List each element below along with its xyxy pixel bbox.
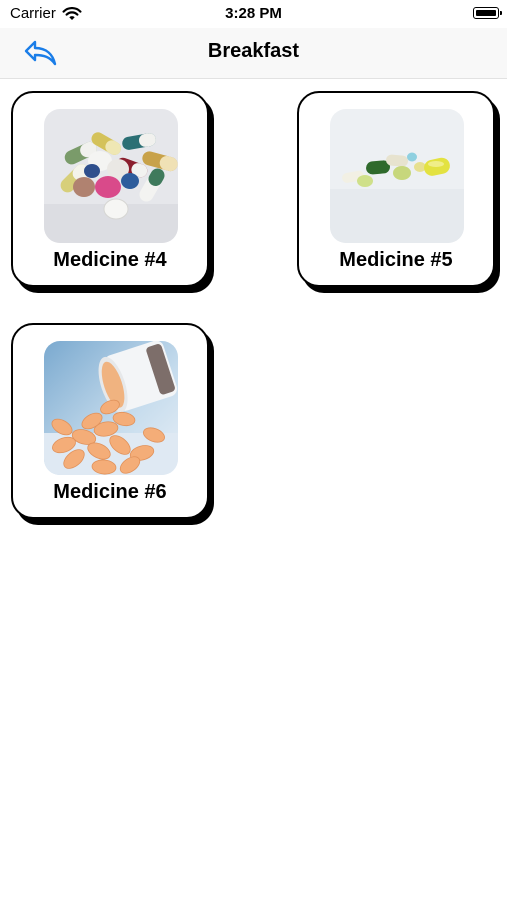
medicine-label: Medicine #5 [339, 249, 453, 271]
medicine-label: Medicine #4 [53, 249, 167, 271]
assorted-pills-image [44, 109, 178, 243]
page-title: Breakfast [207, 40, 300, 62]
clock: 3:28 PM [225, 5, 282, 22]
medicine-card[interactable]: Medicine #5 [297, 91, 495, 287]
softgel-capsules-image [330, 109, 464, 243]
battery-icon [473, 7, 502, 19]
medicine-card[interactable]: Medicine #4 [11, 91, 209, 287]
navigation-bar: Breakfast [0, 28, 507, 79]
medicine-card[interactable]: Medicine #6 [11, 323, 209, 519]
medicine-label: Medicine #6 [53, 481, 167, 503]
spilled-tablets-bottle-image [44, 341, 178, 475]
status-bar: Carrier 3:28 PM [0, 0, 507, 28]
